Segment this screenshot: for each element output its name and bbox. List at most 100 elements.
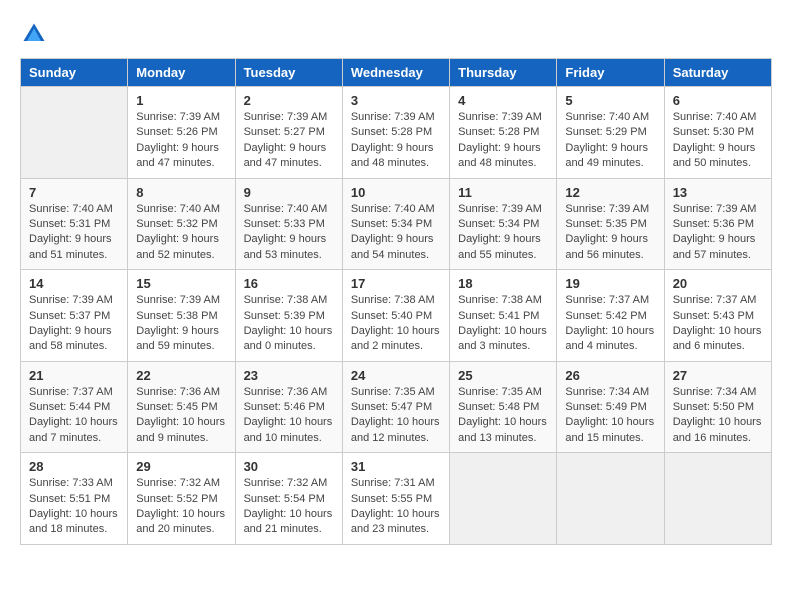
day-cell: 11Sunrise: 7:39 AMSunset: 5:34 PMDayligh… bbox=[450, 178, 557, 270]
day-number: 27 bbox=[673, 368, 763, 383]
week-row-3: 14 Sunrise: 7:39 AMSunset: 5:37 PMDayligh… bbox=[21, 270, 772, 362]
header-day-friday: Friday bbox=[557, 59, 664, 87]
day-number: 12 bbox=[565, 185, 655, 200]
day-cell: 28 Sunrise: 7:33 AMSunset: 5:51 PMDayligh… bbox=[21, 453, 128, 545]
logo bbox=[20, 20, 52, 48]
day-cell: 7 Sunrise: 7:40 AMSunset: 5:31 PMDaylight… bbox=[21, 178, 128, 270]
day-number: 22 bbox=[136, 368, 226, 383]
week-row-5: 28 Sunrise: 7:33 AMSunset: 5:51 PMDayligh… bbox=[21, 453, 772, 545]
day-info: Sunrise: 7:38 AMSunset: 5:40 PMDaylight:… bbox=[351, 293, 441, 355]
week-row-4: 21 Sunrise: 7:37 AMSunset: 5:44 PMDayligh… bbox=[21, 361, 772, 453]
day-info: Sunrise: 7:40 AMSunset: 5:30 PMDaylight:… bbox=[673, 110, 763, 172]
day-cell bbox=[664, 453, 771, 545]
day-cell: 10Sunrise: 7:40 AMSunset: 5:34 PMDayligh… bbox=[342, 178, 449, 270]
header-day-saturday: Saturday bbox=[664, 59, 771, 87]
day-info: Sunrise: 7:39 AMSunset: 5:26 PMDaylight:… bbox=[136, 110, 226, 172]
day-cell: 14 Sunrise: 7:39 AMSunset: 5:37 PMDayligh… bbox=[21, 270, 128, 362]
day-info: Sunrise: 7:40 AMSunset: 5:32 PMDaylight:… bbox=[136, 202, 226, 264]
day-info: Sunrise: 7:39 AMSunset: 5:28 PMDaylight:… bbox=[351, 110, 441, 172]
page-header bbox=[20, 20, 772, 48]
day-number: 26 bbox=[565, 368, 655, 383]
day-cell: 22 Sunrise: 7:36 AMSunset: 5:45 PMDayligh… bbox=[128, 361, 235, 453]
day-info: Sunrise: 7:32 AMSunset: 5:52 PMDaylight:… bbox=[136, 476, 226, 538]
header-day-sunday: Sunday bbox=[21, 59, 128, 87]
day-info: Sunrise: 7:36 AMSunset: 5:46 PMDaylight:… bbox=[244, 385, 334, 447]
day-number: 11 bbox=[458, 185, 548, 200]
days-header-row: SundayMondayTuesdayWednesdayThursdayFrid… bbox=[21, 59, 772, 87]
day-info: Sunrise: 7:31 AMSunset: 5:55 PMDaylight:… bbox=[351, 476, 441, 538]
day-cell: 1 Sunrise: 7:39 AMSunset: 5:26 PMDaylight… bbox=[128, 87, 235, 179]
day-number: 8 bbox=[136, 185, 226, 200]
day-number: 31 bbox=[351, 459, 441, 474]
day-cell: 18 Sunrise: 7:38 AMSunset: 5:41 PMDayligh… bbox=[450, 270, 557, 362]
day-cell bbox=[557, 453, 664, 545]
day-info: Sunrise: 7:36 AMSunset: 5:45 PMDaylight:… bbox=[136, 385, 226, 447]
day-cell: 12Sunrise: 7:39 AMSunset: 5:35 PMDayligh… bbox=[557, 178, 664, 270]
day-cell: 3 Sunrise: 7:39 AMSunset: 5:28 PMDaylight… bbox=[342, 87, 449, 179]
header-day-wednesday: Wednesday bbox=[342, 59, 449, 87]
day-cell: 16 Sunrise: 7:38 AMSunset: 5:39 PMDayligh… bbox=[235, 270, 342, 362]
day-cell: 27 Sunrise: 7:34 AMSunset: 5:50 PMDayligh… bbox=[664, 361, 771, 453]
day-number: 18 bbox=[458, 276, 548, 291]
day-info: Sunrise: 7:39 AMSunset: 5:37 PMDaylight:… bbox=[29, 293, 119, 355]
day-info: Sunrise: 7:40 AMSunset: 5:31 PMDaylight:… bbox=[29, 202, 119, 264]
day-number: 5 bbox=[565, 93, 655, 108]
day-info: Sunrise: 7:37 AMSunset: 5:44 PMDaylight:… bbox=[29, 385, 119, 447]
day-cell: 25 Sunrise: 7:35 AMSunset: 5:48 PMDayligh… bbox=[450, 361, 557, 453]
day-number: 16 bbox=[244, 276, 334, 291]
header-day-monday: Monday bbox=[128, 59, 235, 87]
day-number: 25 bbox=[458, 368, 548, 383]
day-info: Sunrise: 7:33 AMSunset: 5:51 PMDaylight:… bbox=[29, 476, 119, 538]
day-info: Sunrise: 7:35 AMSunset: 5:48 PMDaylight:… bbox=[458, 385, 548, 447]
day-number: 4 bbox=[458, 93, 548, 108]
day-cell: 9 Sunrise: 7:40 AMSunset: 5:33 PMDaylight… bbox=[235, 178, 342, 270]
day-cell: 13 Sunrise: 7:39 AMSunset: 5:36 PMDayligh… bbox=[664, 178, 771, 270]
day-info: Sunrise: 7:40 AMSunset: 5:33 PMDaylight:… bbox=[244, 202, 334, 264]
week-row-1: 1 Sunrise: 7:39 AMSunset: 5:26 PMDaylight… bbox=[21, 87, 772, 179]
day-cell: 17Sunrise: 7:38 AMSunset: 5:40 PMDayligh… bbox=[342, 270, 449, 362]
day-cell: 21 Sunrise: 7:37 AMSunset: 5:44 PMDayligh… bbox=[21, 361, 128, 453]
day-info: Sunrise: 7:38 AMSunset: 5:39 PMDaylight:… bbox=[244, 293, 334, 355]
day-number: 7 bbox=[29, 185, 119, 200]
day-info: Sunrise: 7:40 AMSunset: 5:34 PMDaylight:… bbox=[351, 202, 441, 264]
day-cell: 2Sunrise: 7:39 AMSunset: 5:27 PMDaylight… bbox=[235, 87, 342, 179]
week-row-2: 7 Sunrise: 7:40 AMSunset: 5:31 PMDaylight… bbox=[21, 178, 772, 270]
day-cell: 26Sunrise: 7:34 AMSunset: 5:49 PMDayligh… bbox=[557, 361, 664, 453]
day-number: 14 bbox=[29, 276, 119, 291]
day-cell: 29 Sunrise: 7:32 AMSunset: 5:52 PMDayligh… bbox=[128, 453, 235, 545]
day-number: 13 bbox=[673, 185, 763, 200]
calendar-table: SundayMondayTuesdayWednesdayThursdayFrid… bbox=[20, 58, 772, 545]
day-info: Sunrise: 7:40 AMSunset: 5:29 PMDaylight:… bbox=[565, 110, 655, 172]
day-cell: 15Sunrise: 7:39 AMSunset: 5:38 PMDayligh… bbox=[128, 270, 235, 362]
logo-icon bbox=[20, 20, 48, 48]
day-info: Sunrise: 7:39 AMSunset: 5:28 PMDaylight:… bbox=[458, 110, 548, 172]
day-cell bbox=[21, 87, 128, 179]
day-number: 29 bbox=[136, 459, 226, 474]
day-cell: 24Sunrise: 7:35 AMSunset: 5:47 PMDayligh… bbox=[342, 361, 449, 453]
day-info: Sunrise: 7:39 AMSunset: 5:36 PMDaylight:… bbox=[673, 202, 763, 264]
day-number: 23 bbox=[244, 368, 334, 383]
day-cell: 30 Sunrise: 7:32 AMSunset: 5:54 PMDayligh… bbox=[235, 453, 342, 545]
day-info: Sunrise: 7:34 AMSunset: 5:50 PMDaylight:… bbox=[673, 385, 763, 447]
day-number: 19 bbox=[565, 276, 655, 291]
day-number: 20 bbox=[673, 276, 763, 291]
day-number: 30 bbox=[244, 459, 334, 474]
day-info: Sunrise: 7:32 AMSunset: 5:54 PMDaylight:… bbox=[244, 476, 334, 538]
day-cell: 19Sunrise: 7:37 AMSunset: 5:42 PMDayligh… bbox=[557, 270, 664, 362]
day-cell bbox=[450, 453, 557, 545]
day-number: 6 bbox=[673, 93, 763, 108]
day-number: 28 bbox=[29, 459, 119, 474]
day-number: 1 bbox=[136, 93, 226, 108]
day-number: 2 bbox=[244, 93, 334, 108]
day-number: 24 bbox=[351, 368, 441, 383]
day-cell: 20 Sunrise: 7:37 AMSunset: 5:43 PMDayligh… bbox=[664, 270, 771, 362]
header-day-thursday: Thursday bbox=[450, 59, 557, 87]
day-cell: 6 Sunrise: 7:40 AMSunset: 5:30 PMDaylight… bbox=[664, 87, 771, 179]
day-info: Sunrise: 7:38 AMSunset: 5:41 PMDaylight:… bbox=[458, 293, 548, 355]
header-day-tuesday: Tuesday bbox=[235, 59, 342, 87]
day-info: Sunrise: 7:39 AMSunset: 5:38 PMDaylight:… bbox=[136, 293, 226, 355]
day-info: Sunrise: 7:37 AMSunset: 5:43 PMDaylight:… bbox=[673, 293, 763, 355]
day-number: 21 bbox=[29, 368, 119, 383]
day-number: 3 bbox=[351, 93, 441, 108]
day-number: 9 bbox=[244, 185, 334, 200]
